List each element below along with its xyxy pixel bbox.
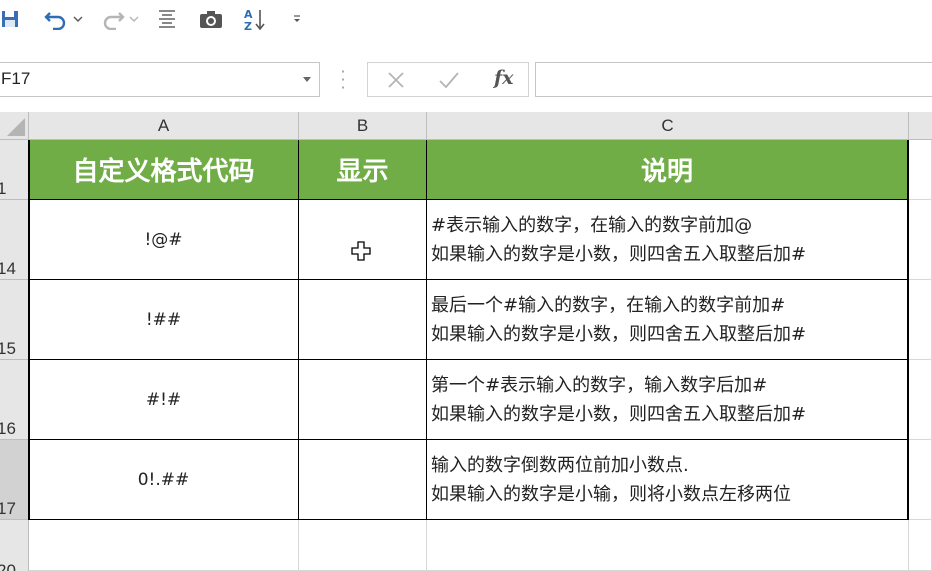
table-left-border [28, 140, 30, 520]
redo-dropdown-chevron-icon[interactable] [128, 6, 140, 32]
column-header-d[interactable] [909, 112, 932, 140]
cancel-icon[interactable] [386, 70, 406, 94]
note-line-1: 最后一个#输入的数字，在输入的数字前加# [431, 294, 786, 316]
note-line-2: 如果输入的数字是小数，则四舍五入取整后加# [431, 403, 807, 425]
cell-c15[interactable]: 最后一个#输入的数字，在输入的数字前加# 如果输入的数字是小数，则四舍五入取整后… [427, 280, 909, 360]
row-header-1[interactable]: 1 [0, 140, 29, 200]
column-header-c[interactable]: C [427, 112, 909, 140]
note-line-2: 如果输入的数字是小数，则四舍五入取整后加# [431, 323, 807, 345]
select-all-corner[interactable] [0, 112, 29, 140]
select-all-icon [7, 118, 25, 136]
column-header-b[interactable]: B [299, 112, 427, 140]
cell-b20[interactable] [299, 520, 427, 571]
customize-icon[interactable] [290, 6, 304, 32]
header-display[interactable]: 显示 [299, 140, 427, 200]
cell-d15[interactable] [909, 280, 932, 360]
cell-a20[interactable] [29, 520, 299, 571]
insert-function-button[interactable]: fx [494, 67, 514, 89]
redo-icon[interactable] [95, 6, 129, 32]
cell-b17[interactable] [299, 440, 427, 520]
cell-b14[interactable] [299, 200, 427, 280]
undo-icon[interactable] [40, 6, 74, 32]
name-box-value: F17 [1, 69, 31, 88]
cell-a15[interactable]: !## [29, 280, 299, 360]
row-header-17[interactable]: 17 [0, 440, 29, 520]
cell-d16[interactable] [909, 360, 932, 440]
chevron-down-icon[interactable] [303, 77, 311, 82]
cell-a17[interactable]: 0!.## [29, 440, 299, 520]
cell-d14[interactable] [909, 200, 932, 280]
column-header-a[interactable]: A [29, 112, 299, 140]
more-options-icon[interactable]: · · · [340, 64, 346, 96]
cell-a16[interactable]: #!# [29, 360, 299, 440]
formula-input[interactable] [535, 62, 932, 97]
spreadsheet-grid: A B C 1 14 15 16 17 20 自定义格式代码 显示 说明 !@#… [0, 112, 932, 571]
camera-icon[interactable] [198, 6, 224, 32]
cell-c17[interactable]: 输入的数字倒数两位前加小数点. 如果输入的数字是小输，则将小数点左移两位 [427, 440, 909, 520]
row-header-20[interactable]: 20 [0, 520, 29, 571]
sort-icon[interactable]: AZ [243, 6, 267, 32]
undo-dropdown-chevron-icon[interactable] [72, 6, 84, 32]
svg-text:Z: Z [244, 20, 252, 32]
formula-buttons: fx [367, 62, 529, 97]
align-icon[interactable] [155, 6, 179, 32]
cell-b16[interactable] [299, 360, 427, 440]
cell-a14[interactable]: !@# [29, 200, 299, 280]
cell-cursor-icon [351, 241, 371, 265]
cell-c16[interactable]: 第一个#表示输入的数字，输入数字后加# 如果输入的数字是小数，则四舍五入取整后加… [427, 360, 909, 440]
header-format-code[interactable]: 自定义格式代码 [29, 140, 299, 200]
cell-d1[interactable] [909, 140, 932, 200]
cell-c20[interactable] [427, 520, 909, 571]
cell-d17[interactable] [909, 440, 932, 520]
note-line-2: 如果输入的数字是小输，则将小数点左移两位 [431, 483, 791, 505]
quick-access-toolbar: AZ [0, 0, 932, 40]
note-line-2: 如果输入的数字是小数，则四舍五入取整后加# [431, 243, 807, 265]
note-line-1: #表示输入的数字，在输入的数字前加@ [431, 214, 753, 236]
check-icon[interactable] [438, 70, 460, 94]
cell-c14[interactable]: #表示输入的数字，在输入的数字前加@ 如果输入的数字是小数，则四舍五入取整后加# [427, 200, 909, 280]
name-box[interactable]: F17 [0, 62, 320, 97]
row-header-15[interactable]: 15 [0, 280, 29, 360]
save-icon[interactable] [0, 6, 22, 32]
note-line-1: 输入的数字倒数两位前加小数点. [431, 454, 689, 476]
note-line-1: 第一个#表示输入的数字，输入数字后加# [431, 374, 768, 396]
cell-b15[interactable] [299, 280, 427, 360]
cell-d20[interactable] [909, 520, 932, 571]
row-header-14[interactable]: 14 [0, 200, 29, 280]
row-header-16[interactable]: 16 [0, 360, 29, 440]
formula-bar: F17 · · · fx [0, 40, 932, 112]
header-description[interactable]: 说明 [427, 140, 909, 200]
